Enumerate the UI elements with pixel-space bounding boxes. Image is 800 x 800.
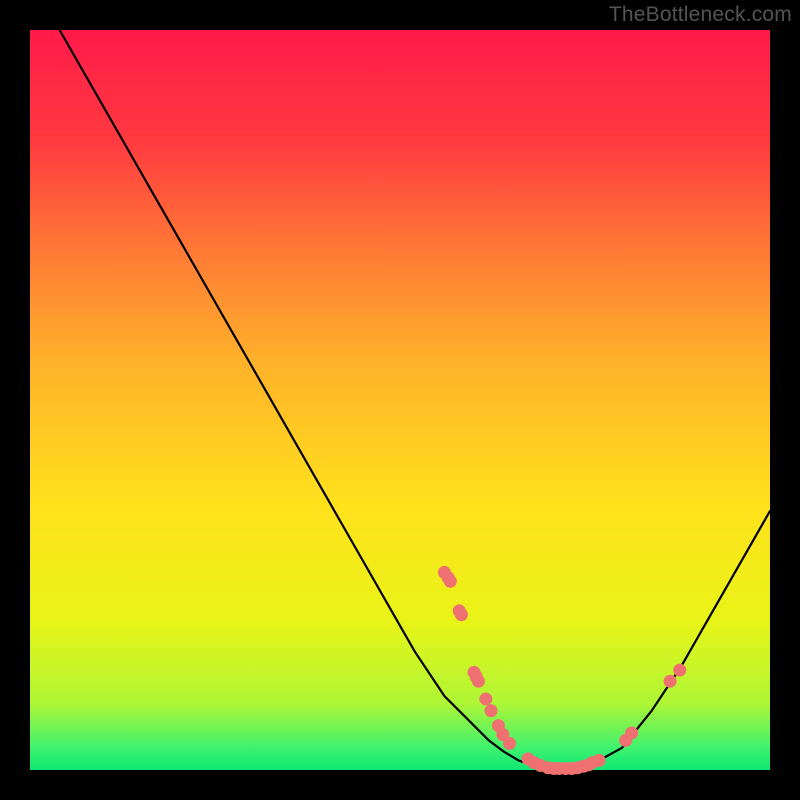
data-marker bbox=[503, 737, 516, 750]
plot-area bbox=[30, 30, 770, 770]
data-marker bbox=[444, 575, 457, 588]
data-marker bbox=[485, 704, 498, 717]
data-marker bbox=[664, 675, 677, 688]
data-marker bbox=[625, 727, 638, 740]
data-marker bbox=[593, 754, 606, 767]
data-marker bbox=[673, 664, 686, 677]
data-markers bbox=[438, 566, 686, 775]
watermark-label: TheBottleneck.com bbox=[609, 3, 792, 27]
data-marker bbox=[472, 675, 485, 688]
data-marker bbox=[479, 692, 492, 705]
chart-svg bbox=[30, 30, 770, 770]
data-marker bbox=[455, 608, 468, 621]
chart-frame: TheBottleneck.com bbox=[0, 0, 800, 800]
bottleneck-curve bbox=[60, 30, 770, 769]
